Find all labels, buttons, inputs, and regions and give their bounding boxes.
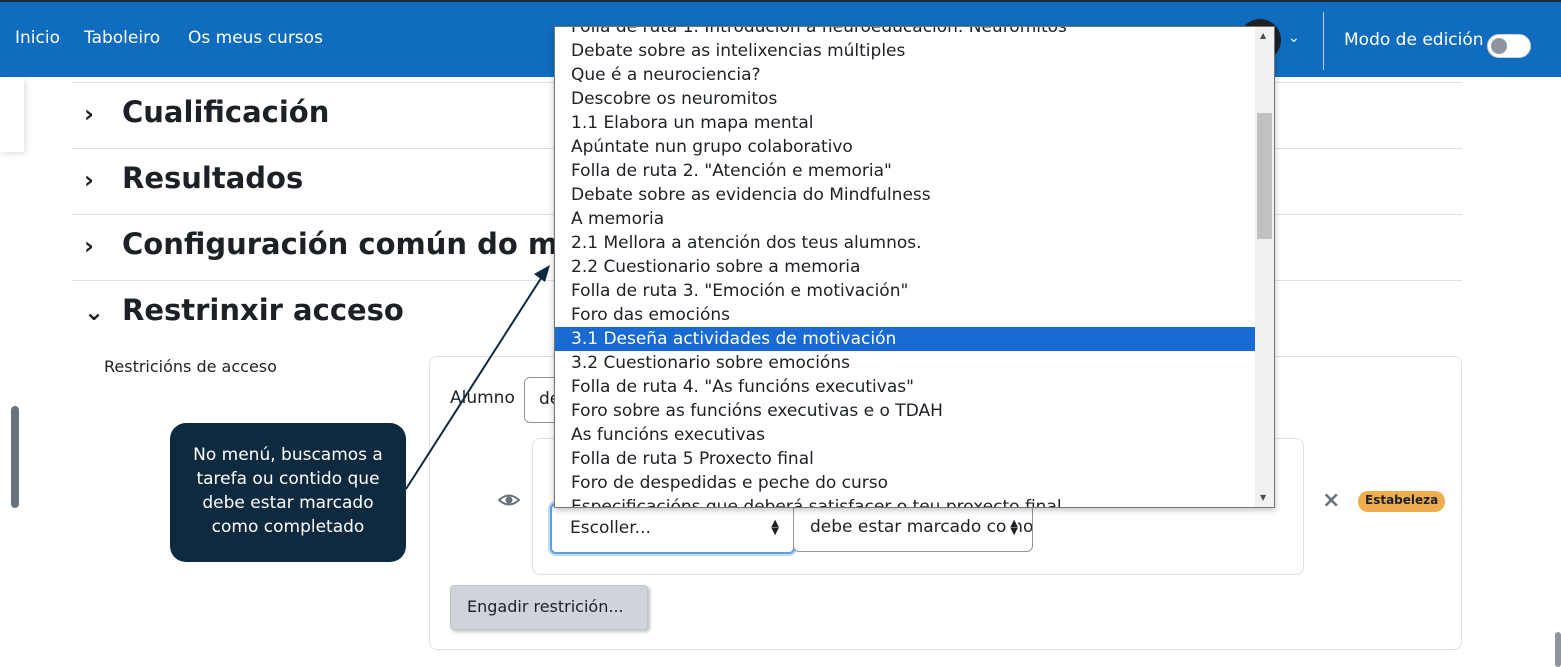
scroll-up-icon[interactable]: ▲ <box>1260 31 1266 40</box>
dropdown-option[interactable]: Folla de ruta 3. "Emoción e motivación" <box>555 279 1255 303</box>
chevron-right-icon: › <box>84 100 94 128</box>
dropdown-option[interactable]: Descobre os neuromitos <box>555 87 1255 111</box>
edit-mode-label: Modo de edición <box>1344 30 1484 50</box>
scroll-down-icon[interactable]: ▼ <box>1260 493 1266 502</box>
nav-link-home[interactable]: Inicio <box>15 28 60 48</box>
student-label: Alumno <box>450 388 515 408</box>
activity-dropdown-list[interactable]: Folla de ruta 1. Introdución á neuroeduc… <box>554 26 1275 508</box>
dropdown-option[interactable]: 3.2 Cuestionario sobre emocións <box>555 351 1255 375</box>
section-title: Cualificación <box>122 95 330 129</box>
chevron-right-icon: › <box>84 232 94 260</box>
dropdown-option[interactable]: 2.1 Mellora a atención dos teus alumnos. <box>555 231 1255 255</box>
dropdown-option[interactable]: Debate sobre as evidencia do Mindfulness <box>555 183 1255 207</box>
dropdown-option[interactable]: Folla de ruta 2. "Atención e memoria" <box>555 159 1255 183</box>
condition-select-value: debe estar marcado como completado <box>810 517 1032 537</box>
dropdown-option[interactable]: Folla de ruta 5 Proxecto final <box>555 447 1255 471</box>
activity-select[interactable]: Escoller... ▲ ▼ <box>550 503 795 554</box>
scrollbar-thumb[interactable] <box>1257 113 1272 239</box>
instruction-callout: No menú, buscamos a tarefa ou contido qu… <box>170 423 406 562</box>
dropdown-option[interactable]: 2.2 Cuestionario sobre a memoria <box>555 255 1255 279</box>
dropdown-option[interactable]: As funcións executivas <box>555 423 1255 447</box>
dropdown-option[interactable]: Foro de despedidas e peche do curso <box>555 471 1255 495</box>
section-common-settings[interactable]: › Configuración común do mó <box>84 227 578 261</box>
activity-select-value: Escoller... <box>570 518 651 538</box>
left-drawer-edge <box>0 78 24 152</box>
section-grade[interactable]: › Cualificación <box>84 95 329 129</box>
toggle-knob <box>1491 38 1507 54</box>
section-outcomes[interactable]: › Resultados <box>84 161 303 195</box>
chevron-right-icon: › <box>84 166 94 194</box>
dropdown-option[interactable]: 3.1 Deseña actividades de motivación <box>555 327 1255 351</box>
dropdown-option[interactable]: Foro das emocións <box>555 303 1255 327</box>
nav-link-dashboard[interactable]: Taboleiro <box>84 28 160 48</box>
navbar-divider <box>1323 12 1324 70</box>
callout-text: No menú, buscamos a tarefa ou contido qu… <box>193 445 383 537</box>
completion-condition-select[interactable]: debe estar marcado como completado ▲▼ <box>793 504 1033 552</box>
updown-icon: ▲ ▼ <box>771 518 779 537</box>
chevron-down-icon[interactable]: ⌄ <box>1288 30 1300 46</box>
section-title: Restrinxir acceso <box>122 293 404 327</box>
eye-icon[interactable] <box>498 491 520 509</box>
add-restriction-button[interactable]: Engadir restrición... <box>450 585 648 630</box>
dropdown-option[interactable]: Folla de ruta 4. "As funcións executivas… <box>555 375 1255 399</box>
dropdown-option[interactable]: Debate sobre as intelixencias múltiples <box>555 39 1255 63</box>
chevron-down-icon: ⌄ <box>84 298 105 326</box>
nav-link-my-courses[interactable]: Os meus cursos <box>188 28 323 48</box>
edit-mode-toggle[interactable] <box>1487 34 1531 58</box>
dropdown-options: Folla de ruta 1. Introdución á neuroeduc… <box>555 27 1255 507</box>
dropdown-option[interactable]: Que é a neurociencia? <box>555 63 1255 87</box>
dropdown-option[interactable]: Foro sobre as funcións executivas e o TD… <box>555 399 1255 423</box>
close-icon[interactable]: × <box>1322 488 1340 513</box>
updown-icon: ▲ ▼ <box>1006 519 1018 537</box>
left-scrollbar[interactable] <box>11 406 19 508</box>
section-restrict-access[interactable]: ⌄ Restrinxir acceso <box>84 293 404 327</box>
section-title: Configuración común do mó <box>122 227 579 261</box>
status-badge: Estabeleza <box>1358 491 1446 512</box>
dropdown-option[interactable]: Especificacións que deberá satisfacer o … <box>555 495 1255 507</box>
page-scrollbar[interactable] <box>1555 632 1561 667</box>
dropdown-option[interactable]: Folla de ruta 1. Introdución á neuroeduc… <box>555 27 1255 39</box>
dropdown-option[interactable]: 1.1 Elabora un mapa mental <box>555 111 1255 135</box>
dropdown-scrollbar[interactable]: ▲ ▼ <box>1255 27 1274 507</box>
restrictions-label: Restricións de acceso <box>104 357 277 376</box>
dropdown-option[interactable]: A memoria <box>555 207 1255 231</box>
section-title: Resultados <box>122 161 304 195</box>
dropdown-option[interactable]: Apúntate nun grupo colaborativo <box>555 135 1255 159</box>
